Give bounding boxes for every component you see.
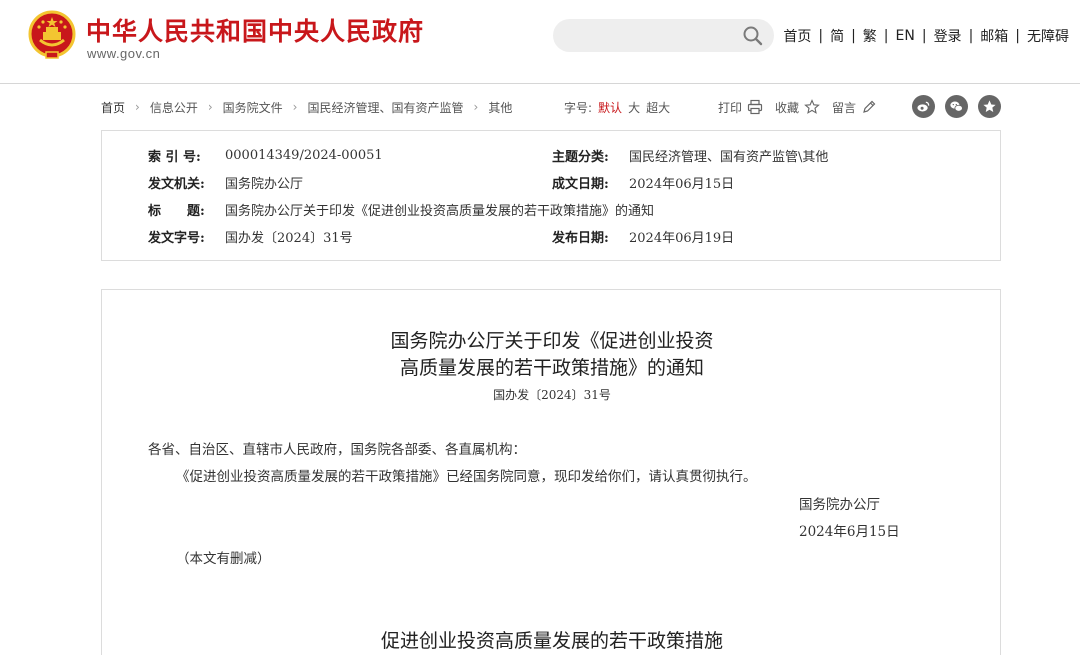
site-title[interactable]: 中华人民共和国中央人民政府: [86, 12, 424, 48]
article-content: 国务院办公厅关于印发《促进创业投资 高质量发展的若干政策措施》的通知 国办发〔2…: [101, 289, 1001, 655]
breadcrumb-state-council-docs[interactable]: 国务院文件: [223, 99, 283, 116]
meta-date-written-label: 成文日期:: [552, 176, 609, 192]
nav-divider: |: [1015, 28, 1020, 44]
print-button[interactable]: 打印: [718, 99, 763, 116]
wechat-share-button[interactable]: [945, 95, 968, 118]
meta-topic-label: 主题分类:: [552, 149, 609, 165]
nav-simplified[interactable]: 简: [830, 26, 844, 46]
chevron-right-icon: ›: [473, 100, 479, 114]
article-title-line-2: 高质量发展的若干政策措施》的通知: [399, 357, 704, 379]
comment-button[interactable]: 留言: [832, 99, 877, 116]
breadcrumb-economy[interactable]: 国民经济管理、国有资产监管: [307, 99, 463, 116]
article-note: （本文有删减）: [176, 551, 271, 567]
meta-publish-label: 发布日期:: [552, 230, 609, 246]
favorite-button[interactable]: 收藏: [775, 99, 820, 116]
star-icon: [804, 99, 820, 114]
meta-issuer-value: 国务院办公厅: [225, 176, 304, 192]
nav-english[interactable]: EN: [896, 28, 915, 44]
pencil-icon: [863, 100, 876, 113]
meta-topic-value: 国民经济管理、国有资产监管\其他: [629, 149, 829, 165]
weibo-share-button[interactable]: [912, 95, 935, 118]
article-date: 2024年6月15日: [799, 524, 900, 540]
font-size-default[interactable]: 默认: [598, 99, 622, 116]
meta-doc-no-value: 国办发〔2024〕31号: [225, 230, 353, 246]
nav-traditional[interactable]: 繁: [863, 26, 877, 46]
search-icon[interactable]: [742, 25, 764, 47]
meta-index-value: 000014349/2024-00051: [225, 147, 383, 163]
chevron-right-icon: ›: [135, 100, 140, 114]
font-size-xlarge[interactable]: 超大: [646, 99, 670, 116]
weibo-icon: [917, 101, 930, 112]
nav-home[interactable]: 首页: [783, 26, 811, 46]
meta-title-value: 国务院办公厅关于印发《促进创业投资高质量发展的若干政策措施》的通知: [225, 203, 655, 219]
meta-date-written-value: 2024年06月15日: [629, 176, 735, 192]
top-nav: 首页 | 简 | 繁 | EN | 登录 | 邮箱 | 无障碍: [783, 26, 1069, 46]
nav-divider: |: [921, 28, 927, 44]
search-input[interactable]: [553, 19, 774, 52]
nav-divider: |: [818, 28, 824, 44]
font-size-switcher: 字号: 默认 大 超大: [564, 94, 670, 120]
page-tools: 打印 收藏 留言: [718, 94, 889, 120]
nav-mail[interactable]: 邮箱: [980, 26, 1008, 46]
comment-label: 留言: [832, 100, 857, 115]
meta-index-label: 索 引 号:: [148, 149, 201, 165]
breadcrumb-home[interactable]: 首页: [101, 99, 125, 116]
print-label: 打印: [718, 100, 743, 115]
nav-divider: |: [883, 28, 889, 44]
chevron-right-icon: ›: [292, 100, 298, 114]
article-signer: 国务院办公厅: [799, 497, 880, 513]
article-salutation: 各省、自治区、直辖市人民政府，国务院各部委、各直属机构：: [148, 442, 526, 458]
breadcrumb-other[interactable]: 其他: [488, 99, 512, 116]
share-buttons: [912, 95, 1001, 118]
document-metadata: 索 引 号: 000014349/2024-00051 主题分类: 国民经济管理…: [101, 130, 1001, 261]
article-body-paragraph: 《促进创业投资高质量发展的若干政策措施》已经国务院同意，现印发给你们，请认真贯彻…: [176, 469, 757, 485]
nav-divider: |: [851, 28, 856, 44]
wechat-icon: [950, 101, 963, 112]
article-section-title: 促进创业投资高质量发展的若干政策措施: [380, 630, 723, 652]
site-domain: www.gov.cn: [87, 46, 161, 61]
font-size-large[interactable]: 大: [628, 99, 640, 116]
article-doc-number: 国办发〔2024〕31号: [493, 388, 611, 402]
chevron-right-icon: ›: [207, 100, 213, 114]
meta-title-label: 标 题:: [148, 203, 205, 219]
printer-icon: [747, 99, 763, 115]
favorite-label: 收藏: [775, 100, 800, 115]
qzone-share-button[interactable]: [978, 95, 1001, 118]
site-header: 中华人民共和国中央人民政府 www.gov.cn 首页 | 简 | 繁 | EN…: [0, 0, 1080, 84]
breadcrumb-bar: 首页 › 信息公开 › 国务院文件 › 国民经济管理、国有资产监管 › 其他 字…: [101, 94, 1001, 120]
nav-accessibility[interactable]: 无障碍: [1027, 26, 1069, 46]
nav-divider: |: [968, 28, 974, 44]
nav-login[interactable]: 登录: [934, 26, 962, 46]
breadcrumb-info-disclosure[interactable]: 信息公开: [150, 99, 198, 116]
qzone-star-icon: [983, 100, 996, 112]
national-emblem-icon[interactable]: [28, 10, 76, 60]
article-title-line-1: 国务院办公厅关于印发《促进创业投资: [390, 330, 714, 352]
meta-publish-value: 2024年06月19日: [629, 230, 735, 246]
font-size-label: 字号:: [564, 100, 593, 115]
meta-issuer-label: 发文机关:: [148, 176, 205, 192]
meta-doc-no-label: 发文字号:: [148, 230, 205, 246]
